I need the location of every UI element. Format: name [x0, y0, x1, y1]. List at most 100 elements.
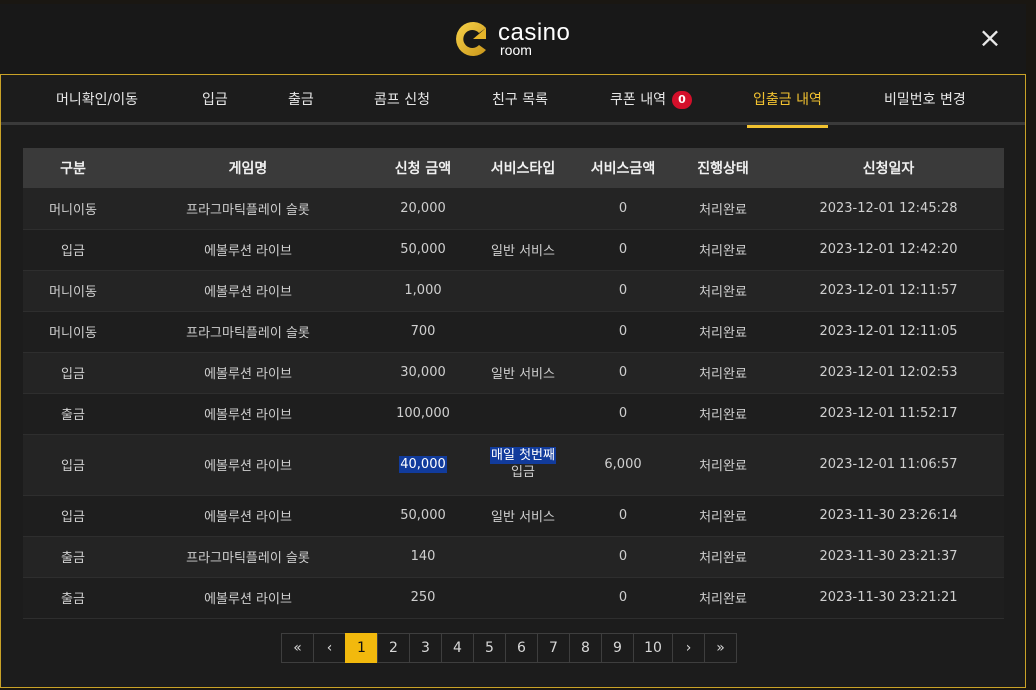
cell-service: 일반 서비스 — [473, 495, 573, 537]
column-header: 구분 — [23, 148, 123, 188]
cell-service — [473, 577, 573, 619]
tab-label: 콤프 신청 — [374, 92, 430, 108]
table-row: 입금 에볼루션 라이브 50,000 일반 서비스 0 처리완료 2023-11… — [23, 495, 1004, 537]
cell-service-amount: 0 — [573, 188, 673, 230]
page-button-6[interactable]: 6 — [505, 633, 538, 663]
cell-service-amount: 0 — [573, 270, 673, 312]
tab-comp-request[interactable]: 콤프 신청 — [374, 75, 430, 125]
cell-service — [473, 311, 573, 353]
cell-date: 2023-12-01 12:02:53 — [773, 352, 1004, 394]
page-button-4[interactable]: 4 — [441, 633, 474, 663]
cell-type: 입금 — [23, 434, 123, 496]
page-button-2[interactable]: 2 — [377, 633, 410, 663]
cell-type: 머니이동 — [23, 311, 123, 353]
cell-service-amount: 6,000 — [573, 434, 673, 496]
cell-amount: 40,000 — [373, 434, 473, 496]
page-button-3[interactable]: 3 — [409, 633, 442, 663]
brand-logo: casino room — [452, 18, 582, 60]
tab-label: 입금 — [202, 92, 228, 108]
cell-date: 2023-11-30 23:21:37 — [773, 536, 1004, 578]
table-row: 입금 에볼루션 라이브 40,000 매일 첫번째 입금 6,000 처리완료 2… — [23, 434, 1004, 496]
page-button-9[interactable]: 9 — [601, 633, 634, 663]
cell-service-amount: 0 — [573, 495, 673, 537]
table-row: 출금 에볼루션 라이브 250 0 처리완료 2023-11-30 23:21:… — [23, 577, 1004, 619]
cell-status: 처리완료 — [673, 188, 773, 230]
cell-service: 일반 서비스 — [473, 352, 573, 394]
close-button[interactable]: × — [976, 24, 1004, 52]
column-header: 신청일자 — [773, 148, 1004, 188]
page-button-7[interactable]: 7 — [537, 633, 570, 663]
cell-service-amount: 0 — [573, 229, 673, 271]
table-header-row: 구분 게임명 신청 금액 서비스타입 서비스금액 진행상태 신청일자 — [23, 148, 1004, 188]
cell-date: 2023-12-01 11:06:57 — [773, 434, 1004, 496]
cell-service-amount: 0 — [573, 536, 673, 578]
column-header: 신청 금액 — [373, 148, 473, 188]
table-row: 출금 프라그마틱플레이 슬롯 140 0 처리완료 2023-11-30 23:… — [23, 536, 1004, 578]
cell-status: 처리완료 — [673, 311, 773, 353]
cell-game: 에볼루션 라이브 — [123, 393, 373, 435]
cell-date: 2023-11-30 23:26:14 — [773, 495, 1004, 537]
cell-type: 출금 — [23, 536, 123, 578]
tab-label: 친구 목록 — [492, 92, 548, 108]
tab-money-check[interactable]: 머니확인/이동 — [56, 75, 138, 125]
cell-type: 머니이동 — [23, 270, 123, 312]
tab-label: 출금 — [288, 92, 314, 108]
modal-header: casino room × — [0, 4, 1026, 74]
cell-game: 에볼루션 라이브 — [123, 229, 373, 271]
cell-type: 출금 — [23, 577, 123, 619]
tab-deposit[interactable]: 입금 — [202, 75, 228, 125]
cell-amount: 140 — [373, 536, 473, 578]
cell-status: 처리완료 — [673, 229, 773, 271]
page-button-8[interactable]: 8 — [569, 633, 602, 663]
cell-service — [473, 393, 573, 435]
cell-status: 처리완료 — [673, 536, 773, 578]
table-row: 머니이동 프라그마틱플레이 슬롯 20,000 0 처리완료 2023-12-0… — [23, 188, 1004, 230]
cell-status: 처리완료 — [673, 495, 773, 537]
tab-label: 쿠폰 내역 — [610, 92, 666, 108]
cell-game: 프라그마틱플레이 슬롯 — [123, 311, 373, 353]
page-button-5[interactable]: 5 — [473, 633, 506, 663]
column-header: 게임명 — [123, 148, 373, 188]
tab-friend-list[interactable]: 친구 목록 — [492, 75, 548, 125]
coupon-count-badge: 0 — [671, 91, 692, 109]
prev-page-button[interactable]: ‹ — [313, 633, 346, 663]
cell-game: 프라그마틱플레이 슬롯 — [123, 188, 373, 230]
tab-withdraw[interactable]: 출금 — [288, 75, 314, 125]
cell-game: 에볼루션 라이브 — [123, 270, 373, 312]
table-row: 머니이동 프라그마틱플레이 슬롯 700 0 처리완료 2023-12-01 1… — [23, 311, 1004, 353]
cell-service: 일반 서비스 — [473, 229, 573, 271]
page-button-1[interactable]: 1 — [345, 633, 378, 663]
cell-type: 머니이동 — [23, 188, 123, 230]
cell-amount: 50,000 — [373, 229, 473, 271]
selected-text: 40,000 — [399, 456, 447, 473]
next-page-button[interactable]: › — [672, 633, 705, 663]
transaction-table: 구분 게임명 신청 금액 서비스타입 서비스금액 진행상태 신청일자 머니이동 … — [23, 148, 1004, 619]
cell-game: 에볼루션 라이브 — [123, 577, 373, 619]
cell-service-amount: 0 — [573, 577, 673, 619]
cell-type: 입금 — [23, 495, 123, 537]
cell-status: 처리완료 — [673, 270, 773, 312]
tab-label: 비밀번호 변경 — [884, 92, 966, 108]
cell-service: 매일 첫번째 입금 — [473, 434, 573, 496]
tab-bar: 머니확인/이동 입금 출금 콤프 신청 친구 목록 쿠폰 내역 0 입출금 내역 … — [1, 75, 1025, 128]
cell-status: 처리완료 — [673, 352, 773, 394]
cell-date: 2023-12-01 11:52:17 — [773, 393, 1004, 435]
cell-game: 에볼루션 라이브 — [123, 352, 373, 394]
cell-amount: 100,000 — [373, 393, 473, 435]
cell-type: 입금 — [23, 229, 123, 271]
history-modal: casino room × 머니확인/이동 입금 출금 콤프 신청 친구 목록 … — [0, 4, 1026, 688]
pagination: « ‹ 1 2 3 4 5 6 7 8 9 10 › » — [281, 633, 737, 663]
tab-coupon-history[interactable]: 쿠폰 내역 0 — [610, 75, 692, 125]
first-page-button[interactable]: « — [281, 633, 314, 663]
tab-transaction-history[interactable]: 입출금 내역 — [747, 75, 828, 128]
column-header: 진행상태 — [673, 148, 773, 188]
tab-change-password[interactable]: 비밀번호 변경 — [884, 75, 966, 125]
cell-service — [473, 270, 573, 312]
brand-logo-icon — [456, 22, 486, 56]
table-row: 입금 에볼루션 라이브 50,000 일반 서비스 0 처리완료 2023-12… — [23, 229, 1004, 271]
last-page-button[interactable]: » — [704, 633, 737, 663]
page-button-10[interactable]: 10 — [633, 633, 673, 663]
table-row: 머니이동 에볼루션 라이브 1,000 0 처리완료 2023-12-01 12… — [23, 270, 1004, 312]
cell-service-amount: 0 — [573, 352, 673, 394]
table-row: 입금 에볼루션 라이브 30,000 일반 서비스 0 처리완료 2023-12… — [23, 352, 1004, 394]
